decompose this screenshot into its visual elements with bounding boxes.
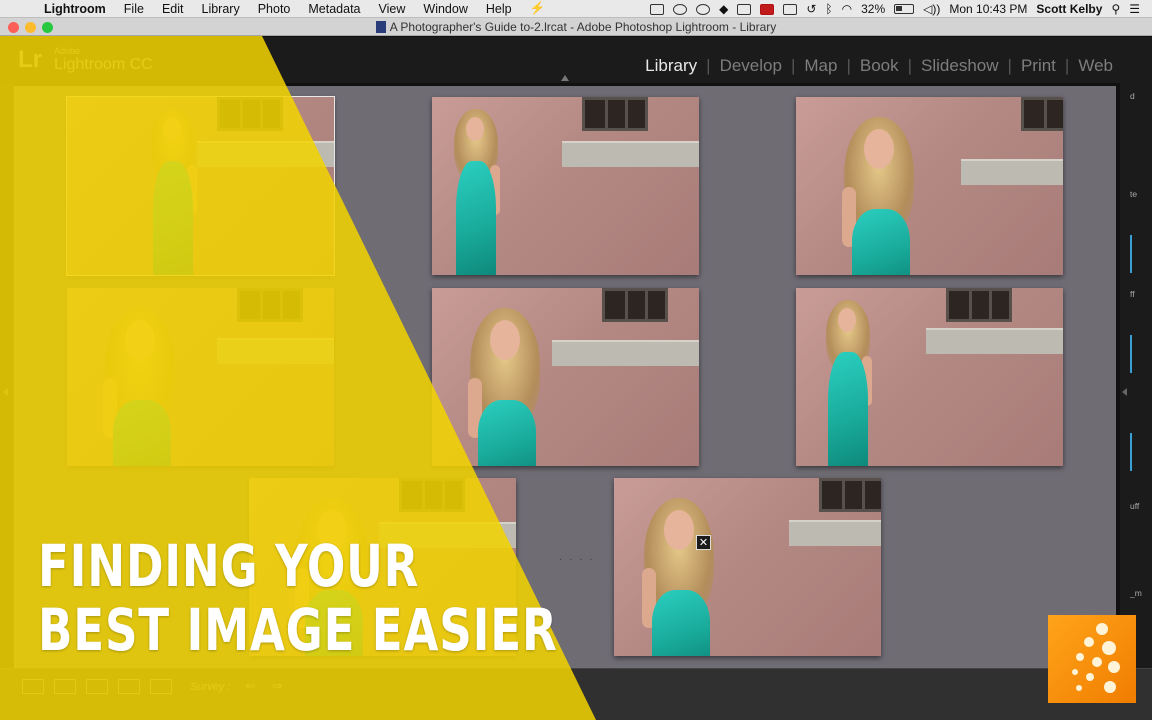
headline-line-1: FINDING YOUR xyxy=(38,532,420,600)
people-view-icon[interactable] xyxy=(150,679,172,694)
airplay-icon[interactable] xyxy=(737,3,752,15)
drag-handle-dots[interactable]: · · · · xyxy=(559,554,595,565)
menu-window[interactable]: Window xyxy=(423,2,467,16)
menu-view[interactable]: View xyxy=(379,2,406,16)
bluetooth-icon[interactable]: ᛒ xyxy=(825,2,832,16)
menubar-tray: ◆ ↺ ᛒ ◠ 32% ◁)) Mon 10:43 PM Scott Kelby… xyxy=(650,0,1152,18)
survey-label: Survey : xyxy=(190,681,231,693)
lightroom-logo: Lr Adobe Lightroom CC xyxy=(18,46,153,74)
video-headline: FINDING YOUR BEST IMAGE EASIER xyxy=(38,534,558,662)
brand-logo-badge xyxy=(1048,615,1136,703)
menu-edit[interactable]: Edit xyxy=(162,2,184,16)
info-icon[interactable] xyxy=(696,3,711,15)
right-panel-fragment: _m xyxy=(1130,588,1142,598)
right-panel-fragment: uff xyxy=(1130,501,1140,511)
right-panel-toggle-icon[interactable] xyxy=(1122,388,1127,396)
display-icon[interactable] xyxy=(783,3,798,15)
menu-app-name[interactable]: Lightroom xyxy=(44,2,106,16)
headline-line-2: BEST IMAGE EASIER xyxy=(38,596,558,664)
survey-photo-3[interactable] xyxy=(796,97,1063,275)
window-titlebar: A Photographer's Guide to-2.lrcat - Adob… xyxy=(0,18,1152,36)
loupe-view-icon[interactable] xyxy=(54,679,76,694)
module-book[interactable]: Book xyxy=(851,56,908,76)
survey-photo-1[interactable] xyxy=(66,96,335,276)
grid-view-icon[interactable] xyxy=(22,679,44,694)
battery-icon[interactable] xyxy=(894,4,915,14)
module-print[interactable]: Print xyxy=(1012,56,1065,76)
left-panel-collapsed[interactable] xyxy=(0,83,14,668)
survey-photo-2[interactable] xyxy=(432,97,699,275)
lr-logo-adobe: Adobe xyxy=(54,46,81,56)
module-library[interactable]: Library xyxy=(636,56,706,76)
right-panel-fragment: te xyxy=(1130,189,1138,199)
remove-from-survey-icon[interactable]: ✕ xyxy=(696,535,711,550)
lightning-icon[interactable]: ⚡ xyxy=(530,1,546,16)
module-web[interactable]: Web xyxy=(1069,56,1122,76)
lightroom-header: Lr Adobe Lightroom CC Library | Develop | … xyxy=(0,37,1152,83)
user-name[interactable]: Scott Kelby xyxy=(1036,2,1102,16)
module-develop[interactable]: Develop xyxy=(711,56,791,76)
search-icon[interactable]: ⚲ xyxy=(1111,2,1120,16)
panel-slider[interactable] xyxy=(1130,335,1132,373)
evernote-icon[interactable] xyxy=(673,3,688,15)
survey-view-icon[interactable] xyxy=(118,679,140,694)
compare-view-icon[interactable] xyxy=(86,679,108,694)
mac-menubar: Lightroom File Edit Library Photo Metada… xyxy=(0,0,1152,18)
panel-slider[interactable] xyxy=(1130,433,1132,471)
wifi-icon[interactable]: ◠ xyxy=(842,2,852,16)
library-toolbar: Survey : ⇐ ⇒ xyxy=(0,668,1152,720)
lr-logo-mark: Lr xyxy=(18,46,42,73)
module-map[interactable]: Map xyxy=(795,56,846,76)
survey-photo-5[interactable] xyxy=(432,288,699,466)
time-machine-icon[interactable]: ↺ xyxy=(806,2,816,16)
menu-help[interactable]: Help xyxy=(486,2,512,16)
clock[interactable]: Mon 10:43 PM xyxy=(949,2,1027,16)
catalog-doc-icon xyxy=(375,21,386,33)
module-picker: Library | Develop | Map | Book | Slideshow | … xyxy=(636,56,1122,76)
menu-library[interactable]: Library xyxy=(202,2,240,16)
survey-photo-8[interactable] xyxy=(614,478,881,656)
camera-icon[interactable] xyxy=(650,3,665,15)
top-panel-toggle-icon[interactable] xyxy=(561,75,569,81)
battery-percent: 32% xyxy=(861,2,886,16)
menu-list-icon[interactable]: ☰ xyxy=(1129,2,1140,16)
menu-photo[interactable]: Photo xyxy=(258,2,291,16)
module-slideshow[interactable]: Slideshow xyxy=(912,56,1008,76)
mute-app-icon[interactable] xyxy=(760,3,775,15)
right-panel-collapsed: d te ff uff _m xyxy=(1120,83,1152,668)
left-panel-toggle-icon[interactable] xyxy=(3,388,8,396)
survey-nav-arrows[interactable]: ⇐ ⇒ xyxy=(245,678,288,694)
right-panel-fragment: ff xyxy=(1130,289,1135,299)
panel-slider[interactable] xyxy=(1130,235,1132,273)
survey-photo-4[interactable] xyxy=(67,288,334,466)
window-title: A Photographer's Guide to-2.lrcat - Adob… xyxy=(389,20,777,34)
dropbox-icon[interactable]: ◆ xyxy=(719,2,728,16)
menu-metadata[interactable]: Metadata xyxy=(308,2,360,16)
volume-icon[interactable]: ◁)) xyxy=(923,2,940,16)
menu-file[interactable]: File xyxy=(124,2,144,16)
right-panel-fragment: d xyxy=(1130,91,1135,101)
lr-logo-product: Lightroom CC xyxy=(54,56,153,73)
survey-photo-6[interactable] xyxy=(796,288,1063,466)
